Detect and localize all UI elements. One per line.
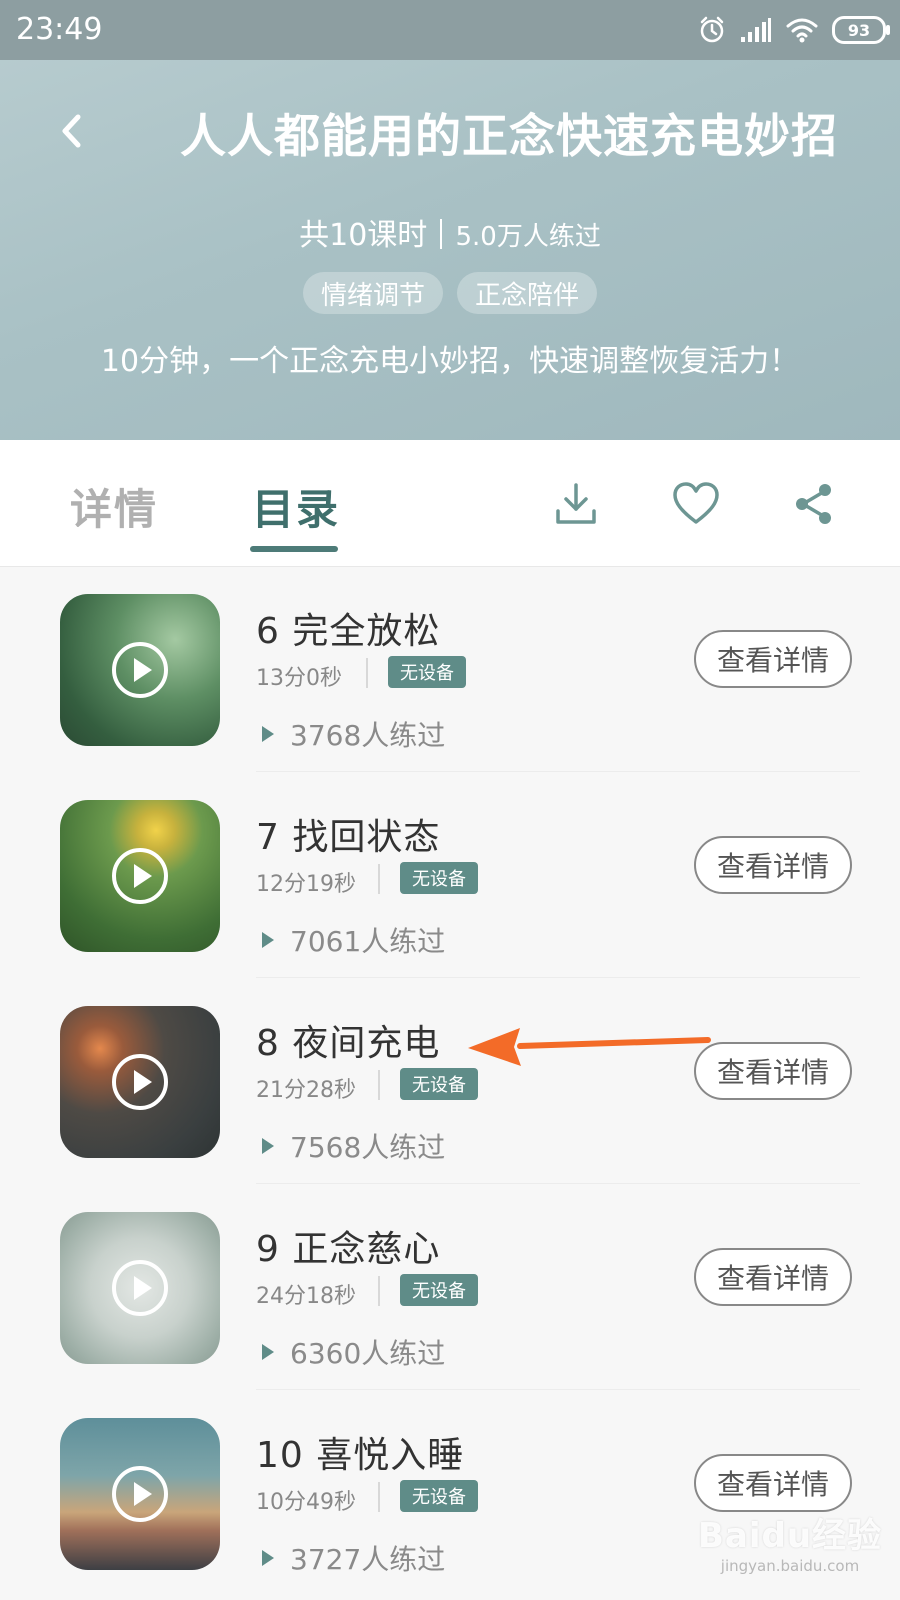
download-icon (556, 483, 596, 524)
lesson-duration: 24分18秒 (256, 1284, 356, 1309)
lesson-thumbnail[interactable] (60, 1418, 220, 1570)
view-details-button[interactable]: 查看详情 (694, 1454, 852, 1512)
signal-icon (741, 18, 771, 42)
alarm-icon (700, 16, 724, 43)
practice-count: 7568人练过 (262, 1126, 445, 1166)
meta-divider (366, 658, 368, 688)
play-small-icon (262, 932, 274, 948)
tag-list: 情绪调节 正念陪伴 (0, 272, 900, 314)
lesson-title: 7 找回状态 (256, 817, 441, 858)
practice-count: 3727人练过 (262, 1538, 445, 1578)
lesson-thumbnail[interactable] (60, 1212, 220, 1364)
no-equipment-badge: 无设备 (400, 1068, 478, 1100)
practice-count: 6360人练过 (262, 1332, 445, 1372)
back-button[interactable] (52, 106, 92, 156)
view-details-button[interactable]: 查看详情 (694, 630, 852, 688)
status-bar: 23:49 93 (0, 0, 900, 60)
tab-catalog[interactable]: 目录 (252, 476, 340, 537)
tag-companion[interactable]: 正念陪伴 (457, 272, 598, 314)
practice-count-text: 3768人练过 (290, 719, 446, 752)
no-equipment-badge: 无设备 (388, 656, 466, 688)
view-details-button[interactable]: 查看详情 (694, 1042, 852, 1100)
view-details-button[interactable]: 查看详情 (694, 836, 852, 894)
list-item[interactable]: 6 完全放松 13分0秒 无设备 3768人练过 查看详情 (0, 566, 900, 772)
practice-count-text: 7061人练过 (290, 925, 446, 958)
tab-bar: 详情 目录 (0, 440, 900, 567)
lesson-title: 9 正念慈心 (256, 1229, 441, 1270)
practice-count-text: 3727人练过 (290, 1543, 446, 1576)
course-subtitle: 10分钟，一个正念充电小妙招，快速调整恢复活力！ (100, 344, 800, 379)
wifi-icon (786, 18, 818, 43)
lesson-duration: 12分19秒 (256, 872, 356, 897)
no-equipment-badge: 无设备 (400, 1274, 478, 1306)
play-icon (112, 848, 168, 904)
heart-icon (673, 482, 719, 524)
play-small-icon (262, 1344, 274, 1360)
lesson-duration: 10分49秒 (256, 1490, 356, 1515)
tab-detail[interactable]: 详情 (70, 476, 158, 537)
practice-count: 7061人练过 (262, 920, 445, 960)
watermark: Baidu经验 jingyan.baidu.com (690, 1508, 890, 1575)
play-small-icon (262, 1550, 274, 1566)
tag-emotion[interactable]: 情绪调节 (302, 272, 443, 314)
course-header: 23:49 93 人人都能用的正念快速充电妙招 共10课时 5.0万人练过 情绪… (0, 0, 900, 440)
practice-count: 3768人练过 (262, 714, 445, 754)
meta-divider (378, 1070, 380, 1100)
play-icon (112, 1054, 168, 1110)
status-icons: 93 (698, 14, 890, 46)
status-time: 23:49 (16, 12, 103, 47)
favorite-button[interactable] (668, 476, 724, 532)
play-small-icon (262, 1138, 274, 1154)
no-equipment-badge: 无设备 (400, 862, 478, 894)
lesson-list: 6 完全放松 13分0秒 无设备 3768人练过 查看详情 7 找回状态 12分… (0, 566, 900, 1596)
lesson-duration: 13分0秒 (256, 666, 342, 691)
watermark-url: jingyan.baidu.com (720, 1557, 860, 1575)
practiced-count: 5.0万人练过 (455, 222, 601, 252)
chevron-left-icon (62, 114, 81, 148)
meta-divider (378, 864, 380, 894)
lesson-title: 8 夜间充电 (256, 1023, 441, 1064)
active-tab-indicator (250, 546, 338, 552)
lesson-thumbnail[interactable] (60, 800, 220, 952)
practice-count-text: 7568人练过 (290, 1131, 446, 1164)
play-icon (112, 1260, 168, 1316)
battery-indicator: 93 (832, 16, 890, 44)
course-meta: 共10课时 5.0万人练过 (0, 210, 900, 254)
lesson-title: 10 喜悦入睡 (256, 1435, 465, 1476)
watermark-logo: Baidu经验 (697, 1516, 883, 1556)
lesson-title: 6 完全放松 (256, 611, 441, 652)
lesson-duration: 21分28秒 (256, 1078, 356, 1103)
play-small-icon (262, 726, 274, 742)
practice-count-text: 6360人练过 (290, 1337, 446, 1370)
meta-divider (378, 1276, 380, 1306)
no-equipment-badge: 无设备 (400, 1480, 478, 1512)
lesson-thumbnail[interactable] (60, 1006, 220, 1158)
play-icon (112, 1466, 168, 1522)
meta-divider (440, 219, 443, 249)
view-details-button[interactable]: 查看详情 (694, 1248, 852, 1306)
lesson-thumbnail[interactable] (60, 594, 220, 746)
list-item[interactable]: 7 找回状态 12分19秒 无设备 7061人练过 查看详情 (0, 772, 900, 978)
list-item[interactable]: 8 夜间充电 21分28秒 无设备 7568人练过 查看详情 (0, 978, 900, 1184)
meta-divider (378, 1482, 380, 1512)
lesson-count: 共10课时 (299, 218, 428, 253)
share-button[interactable] (786, 476, 842, 532)
page-title: 人人都能用的正念快速充电妙招 (180, 109, 838, 163)
list-item[interactable]: 9 正念慈心 24分18秒 无设备 6360人练过 查看详情 (0, 1184, 900, 1390)
share-icon (796, 484, 831, 524)
download-button[interactable] (548, 476, 604, 532)
play-icon (112, 642, 168, 698)
